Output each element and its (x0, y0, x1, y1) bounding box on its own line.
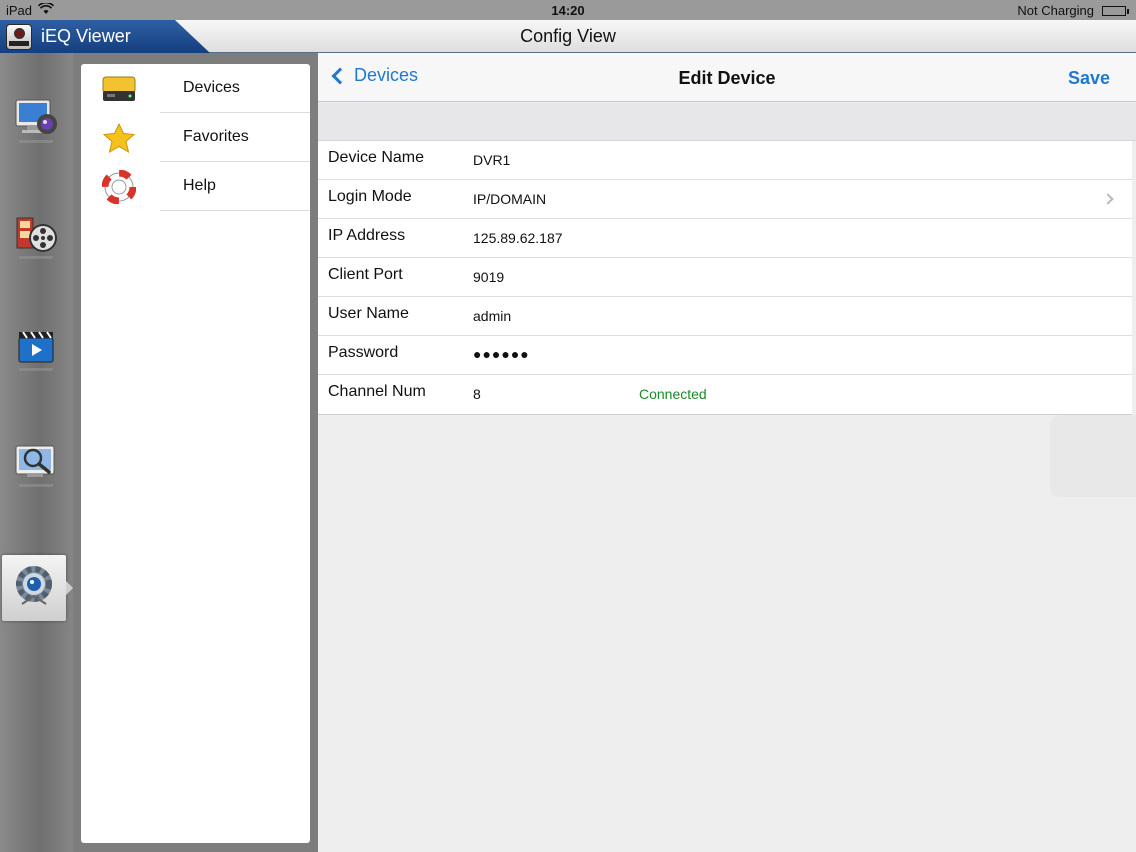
divider (160, 210, 310, 211)
title-bar: iEQ Viewer Config View (0, 20, 1136, 53)
dock-item-video[interactable] (0, 319, 73, 385)
connection-status: Connected (639, 386, 707, 402)
left-dock (0, 53, 73, 852)
view-title: Config View (520, 26, 616, 46)
password-field[interactable]: ●●●●●● (473, 346, 530, 362)
section-spacer (318, 103, 1136, 141)
lifebuoy-icon (101, 170, 137, 204)
field-login-mode[interactable]: Login Mode IP/DOMAIN (318, 180, 1132, 219)
login-mode-value[interactable]: IP/DOMAIN (473, 191, 546, 207)
menu-item-label: Help (183, 177, 216, 194)
status-bar: iPad 14:20 Not Charging (0, 0, 1136, 20)
star-icon (101, 121, 137, 155)
field-ip-address[interactable]: IP Address 125.89.62.187 (318, 219, 1132, 258)
field-label: Channel Num (328, 383, 426, 400)
charge-status: Not Charging (1017, 3, 1094, 18)
edit-device-pane: Devices Edit Device Save Device Name DVR… (318, 53, 1136, 852)
field-label: Client Port (328, 266, 403, 283)
assistive-touch-button[interactable] (1050, 415, 1136, 497)
field-channel-num[interactable]: Channel Num 8 Connected (318, 375, 1132, 414)
client-port-field[interactable]: 9019 (473, 269, 504, 285)
gear-config-icon (10, 560, 58, 617)
chevron-right-icon[interactable] (1102, 193, 1114, 205)
menu-item-label: Favorites (183, 128, 249, 145)
dock-item-playback[interactable] (0, 207, 73, 273)
clock: 14:20 (551, 3, 585, 18)
field-client-port[interactable]: Client Port 9019 (318, 258, 1132, 297)
dvr-device-icon (101, 72, 137, 106)
menu-item-label: Devices (183, 79, 240, 96)
device-form: Device Name DVR1 Login Mode IP/DOMAIN IP… (318, 141, 1132, 415)
ip-address-field[interactable]: 125.89.62.187 (473, 230, 563, 246)
dock-item-live-view[interactable] (0, 91, 73, 157)
film-reel-icon (13, 212, 61, 269)
field-device-name[interactable]: Device Name DVR1 (318, 141, 1132, 180)
battery-icon (1102, 5, 1129, 16)
clapperboard-icon (13, 324, 61, 381)
page-title: Edit Device (678, 68, 776, 88)
field-label: Login Mode (328, 188, 412, 205)
field-password[interactable]: Password ●●●●●● (318, 336, 1132, 375)
menu-item-help[interactable]: Help (81, 162, 310, 211)
channel-num-field[interactable]: 8 (473, 386, 481, 402)
dock-item-config[interactable] (2, 555, 73, 621)
field-label: Password (328, 344, 399, 361)
monitor-camera-icon (13, 96, 61, 153)
dock-item-search[interactable] (0, 435, 73, 501)
field-label: User Name (328, 305, 409, 322)
settings-menu: Devices Favorites Help (81, 64, 310, 843)
device-name-field[interactable]: DVR1 (473, 152, 510, 168)
menu-item-devices[interactable]: Devices (81, 64, 310, 113)
field-user-name[interactable]: User Name admin (318, 297, 1132, 336)
search-monitor-icon (13, 440, 61, 497)
user-name-field[interactable]: admin (473, 308, 511, 324)
field-label: Device Name (328, 149, 425, 166)
field-label: IP Address (328, 227, 406, 244)
menu-item-favorites[interactable]: Favorites (81, 113, 310, 162)
nav-bar: Devices Edit Device Save (318, 53, 1136, 102)
save-button[interactable]: Save (1068, 68, 1110, 89)
